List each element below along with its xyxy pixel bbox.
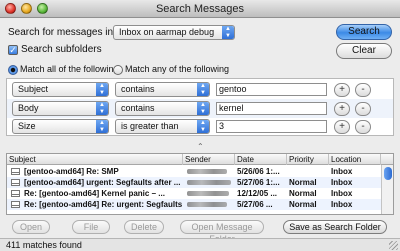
column-priority[interactable]: Priority xyxy=(287,154,329,165)
column-subject[interactable]: Subject xyxy=(7,154,183,165)
remove-criteria-button[interactable]: - xyxy=(355,120,371,134)
message-icon xyxy=(11,179,20,186)
criteria-field-value: Body xyxy=(18,103,39,113)
save-as-search-folder-button[interactable]: Save as Search Folder xyxy=(283,220,387,234)
message-icon xyxy=(11,201,20,208)
column-picker-icon[interactable] xyxy=(381,154,393,165)
criteria-list: Subject ▲ ▼ contains ▲ ▼ gentoo + - Body ▲… xyxy=(6,78,394,136)
add-criteria-button[interactable]: + xyxy=(334,83,350,97)
title-bar: Search Messages xyxy=(0,0,400,18)
search-in-label: Search for messages in: xyxy=(8,27,116,38)
criteria-field-value: Subject xyxy=(18,84,49,94)
column-date[interactable]: Date xyxy=(235,154,287,165)
match-count: 411 matches found xyxy=(6,240,82,250)
match-all-radio[interactable] xyxy=(8,65,18,75)
row-date: 5/27/06 ... xyxy=(237,200,273,209)
criteria-value-input[interactable]: kernel xyxy=(216,102,327,115)
clear-button[interactable]: Clear xyxy=(336,43,392,59)
row-subject: Re: [gentoo-amd64] Re: urgent: Segfaults… xyxy=(24,200,182,209)
match-any-label: Match any of the following xyxy=(125,64,230,74)
select-arrows-icon: ▲ ▼ xyxy=(197,120,209,133)
search-folder-value: Inbox on aarmap debug xyxy=(119,27,215,37)
row-priority: Normal xyxy=(289,200,317,209)
search-subfolders-label: Search subfolders xyxy=(21,44,102,55)
row-subject: [gentoo-amd64] urgent: Segfaults after .… xyxy=(24,178,181,187)
search-subfolders-checkbox[interactable]: ✓ xyxy=(8,45,18,55)
resize-grip-icon[interactable] xyxy=(389,241,398,250)
row-priority: Normal xyxy=(289,178,317,187)
row-subject: Re: [gentoo-amd64] Kernel panic – ... xyxy=(24,189,165,198)
remove-criteria-button[interactable]: - xyxy=(355,102,371,116)
row-priority xyxy=(289,166,329,177)
sender-redacted xyxy=(187,202,227,207)
criteria-operator-value: contains xyxy=(121,84,155,94)
row-date: 5/27/06 1:... xyxy=(237,178,280,187)
window-title: Search Messages xyxy=(155,3,245,15)
criteria-row: Body ▲ ▼ contains ▲ ▼ kernel + - xyxy=(7,99,393,118)
criteria-value-input[interactable]: 3 xyxy=(216,120,327,133)
table-row[interactable]: Re: [gentoo-amd64] Kernel panic – ... 12… xyxy=(7,188,381,199)
row-priority: Normal xyxy=(289,189,317,198)
sender-redacted xyxy=(187,191,229,196)
open-button[interactable]: Open xyxy=(12,220,50,234)
message-icon xyxy=(11,168,20,175)
match-all-label: Match all of the following xyxy=(20,64,119,74)
column-location[interactable]: Location xyxy=(329,154,381,165)
row-date: 5/26/06 1:... xyxy=(237,167,280,176)
row-date: 12/12/05 ... xyxy=(237,189,278,198)
status-bar: 411 matches found xyxy=(0,238,400,251)
row-subject: [gentoo-amd64] Re: SMP xyxy=(24,167,119,176)
table-row[interactable]: [gentoo-amd64] urgent: Segfaults after .… xyxy=(7,177,381,188)
criteria-row: Size ▲ ▼ is greater than ▲ ▼ 3 + - xyxy=(7,117,393,136)
add-criteria-button[interactable]: + xyxy=(334,102,350,116)
select-arrows-icon: ▲ ▼ xyxy=(96,120,108,133)
table-row[interactable]: Re: [gentoo-amd64] Re: urgent: Segfaults… xyxy=(7,199,381,210)
row-location: Inbox xyxy=(331,178,353,187)
criteria-row: Subject ▲ ▼ contains ▲ ▼ gentoo + - xyxy=(7,80,393,99)
message-icon xyxy=(11,190,20,197)
criteria-operator-select[interactable]: contains ▲ ▼ xyxy=(115,101,210,116)
select-arrows-icon: ▲ ▼ xyxy=(222,26,234,39)
table-row[interactable]: [gentoo-amd64] Re: SMP 5/26/06 1:... Inb… xyxy=(7,166,381,177)
add-criteria-button[interactable]: + xyxy=(334,120,350,134)
criteria-field-select[interactable]: Size ▲ ▼ xyxy=(12,119,109,134)
search-folder-select[interactable]: Inbox on aarmap debug ▲ ▼ xyxy=(113,25,235,40)
select-arrows-icon: ▲ ▼ xyxy=(96,83,108,96)
criteria-field-select[interactable]: Subject ▲ ▼ xyxy=(12,82,109,97)
splitter-handle[interactable]: ⌃ xyxy=(197,142,204,151)
sender-redacted xyxy=(187,180,231,185)
remove-criteria-button[interactable]: - xyxy=(355,83,371,97)
sender-redacted xyxy=(187,169,227,174)
results-table: Subject Sender Date Priority Location [g… xyxy=(6,153,394,215)
select-arrows-icon: ▲ ▼ xyxy=(197,102,209,115)
column-sender[interactable]: Sender xyxy=(183,154,235,165)
criteria-operator-value: contains xyxy=(121,103,155,113)
table-header: Subject Sender Date Priority Location xyxy=(7,154,393,165)
criteria-field-value: Size xyxy=(18,121,36,131)
row-location: Inbox xyxy=(331,189,353,198)
criteria-operator-select[interactable]: is greater than ▲ ▼ xyxy=(115,119,210,134)
results-scrollbar[interactable] xyxy=(381,165,393,214)
criteria-field-select[interactable]: Body ▲ ▼ xyxy=(12,101,109,116)
file-button[interactable]: File xyxy=(72,220,110,234)
search-button[interactable]: Search xyxy=(336,24,392,40)
match-any-radio[interactable] xyxy=(113,65,123,75)
select-arrows-icon: ▲ ▼ xyxy=(197,83,209,96)
criteria-operator-select[interactable]: contains ▲ ▼ xyxy=(115,82,210,97)
row-location: Inbox xyxy=(331,200,353,209)
delete-button[interactable]: Delete xyxy=(124,220,164,234)
row-location: Inbox xyxy=(331,167,353,176)
criteria-value-input[interactable]: gentoo xyxy=(216,83,327,96)
criteria-operator-value: is greater than xyxy=(121,121,179,131)
open-message-folder-button[interactable]: Open Message Folder xyxy=(180,220,264,244)
select-arrows-icon: ▲ ▼ xyxy=(96,102,108,115)
scrollbar-thumb[interactable] xyxy=(384,167,392,180)
